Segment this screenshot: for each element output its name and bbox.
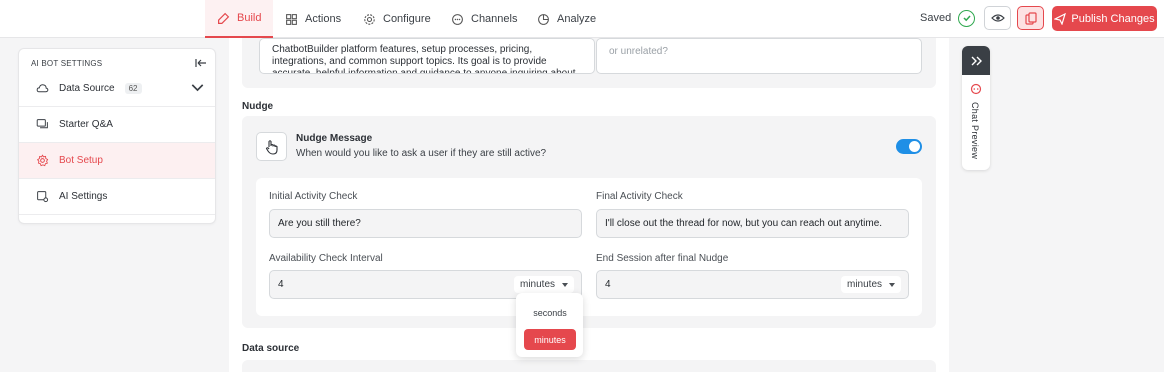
- build-icon: [218, 12, 230, 24]
- chat-preview-label: Chat Preview: [970, 102, 980, 160]
- send-icon: [1054, 12, 1067, 25]
- end-session-value-input[interactable]: 4: [605, 279, 611, 290]
- unit-option-seconds[interactable]: seconds: [524, 302, 576, 323]
- bot-setup-panel: ChatbotBuilder platform features, setup …: [229, 38, 949, 372]
- end-session-unit-select[interactable]: minutes: [840, 276, 901, 293]
- count-badge: 62: [124, 83, 142, 94]
- nudge-panel: Nudge Message When would you like to ask…: [242, 116, 936, 328]
- chat-bot-icon: [970, 83, 982, 98]
- eye-icon: [990, 14, 1005, 22]
- saved-label: Saved: [920, 12, 952, 24]
- channels-icon: [452, 13, 463, 25]
- sidebar-item-data-source[interactable]: Data Source 62: [19, 71, 215, 107]
- sidebar-item-starter-qa[interactable]: Starter Q&A: [19, 107, 215, 143]
- nudge-section-title: Nudge: [242, 101, 274, 112]
- settings-sidebar: AI BOT SETTINGS Data Source 62 Starter Q…: [18, 48, 216, 224]
- collapse-sidebar-icon[interactable]: [195, 57, 207, 71]
- data-source-section-title: Data source: [242, 343, 300, 354]
- sidebar-heading: AI BOT SETTINGS: [31, 59, 103, 68]
- copy-button[interactable]: [1017, 6, 1044, 30]
- tab-label: Configure: [383, 13, 431, 25]
- tab-label: Analyze: [557, 13, 597, 25]
- sidebar-item-label: Bot Setup: [59, 155, 103, 166]
- tab-label: Actions: [305, 13, 342, 25]
- nudge-message-description: When would you like to ask a user if the…: [296, 148, 547, 159]
- sidebar-item-label: AI Settings: [59, 191, 108, 202]
- actions-icon: [286, 13, 297, 25]
- end-session-field: 4 minutes: [596, 270, 909, 299]
- unit-select-value: minutes: [846, 279, 882, 290]
- tab-channels[interactable]: Channels: [451, 0, 517, 38]
- hand-pointer-icon: [256, 132, 287, 161]
- unrelated-questions-textarea[interactable]: or unrelated?: [596, 38, 922, 74]
- interval-unit-select[interactable]: minutes: [513, 276, 574, 293]
- final-activity-check-label: Final Activity Check: [596, 191, 683, 202]
- publish-changes-button[interactable]: Publish Changes: [1052, 6, 1157, 31]
- bot-description-textarea[interactable]: ChatbotBuilder platform features, setup …: [259, 38, 595, 74]
- instructions-card: ChatbotBuilder platform features, setup …: [242, 38, 936, 88]
- tab-build[interactable]: Build: [205, 0, 274, 38]
- chat-bubble-icon: [36, 119, 48, 129]
- save-status: Saved: [920, 8, 976, 28]
- tab-label: Channels: [471, 13, 518, 25]
- chat-preview-tab[interactable]: Chat Preview: [962, 46, 990, 170]
- final-activity-check-input[interactable]: I'll close out the thread for now, but y…: [596, 209, 909, 238]
- sidebar-item-label: Data Source: [59, 83, 115, 94]
- interval-value-input[interactable]: 4: [278, 279, 284, 290]
- sidebar-item-bot-setup[interactable]: Bot Setup: [19, 143, 215, 179]
- sidebar-item-label: Starter Q&A: [59, 119, 113, 130]
- nudge-toggle[interactable]: [896, 139, 922, 154]
- nudge-settings-form: Initial Activity Check Are you still the…: [256, 178, 922, 316]
- cloud-icon: [36, 84, 49, 93]
- nudge-message-title: Nudge Message: [296, 133, 373, 144]
- initial-activity-check-label: Initial Activity Check: [269, 191, 358, 202]
- top-navigation-bar: Build Actions Configure Channels Analyze…: [0, 0, 1164, 38]
- publish-label: Publish Changes: [1071, 12, 1155, 25]
- unit-dropdown-menu: seconds minutes: [516, 293, 583, 357]
- data-source-card: [242, 360, 936, 372]
- sidebar-item-ai-settings[interactable]: AI Settings: [19, 179, 215, 215]
- tab-analyze[interactable]: Analyze: [537, 0, 596, 38]
- initial-activity-check-input[interactable]: Are you still there?: [269, 209, 582, 238]
- analyze-icon: [538, 13, 549, 25]
- unit-select-value: minutes: [519, 279, 555, 290]
- copy-icon: [1024, 11, 1037, 25]
- check-circle-icon: [958, 9, 976, 27]
- ai-settings-icon: [37, 191, 49, 203]
- tab-configure[interactable]: Configure: [363, 0, 431, 38]
- availability-check-interval-label: Availability Check Interval: [269, 253, 383, 264]
- caret-down-icon: [562, 282, 568, 287]
- gear-icon: [36, 154, 49, 167]
- gear-icon: [364, 13, 375, 25]
- caret-down-icon: [889, 282, 895, 287]
- chevron-down-icon[interactable]: [191, 81, 204, 97]
- tab-label: Build: [237, 12, 262, 24]
- unit-option-minutes[interactable]: minutes: [524, 329, 576, 350]
- tab-actions[interactable]: Actions: [285, 0, 341, 38]
- preview-button[interactable]: [984, 6, 1011, 30]
- double-chevron-right-icon[interactable]: [962, 46, 990, 75]
- end-session-label: End Session after final Nudge: [596, 253, 729, 264]
